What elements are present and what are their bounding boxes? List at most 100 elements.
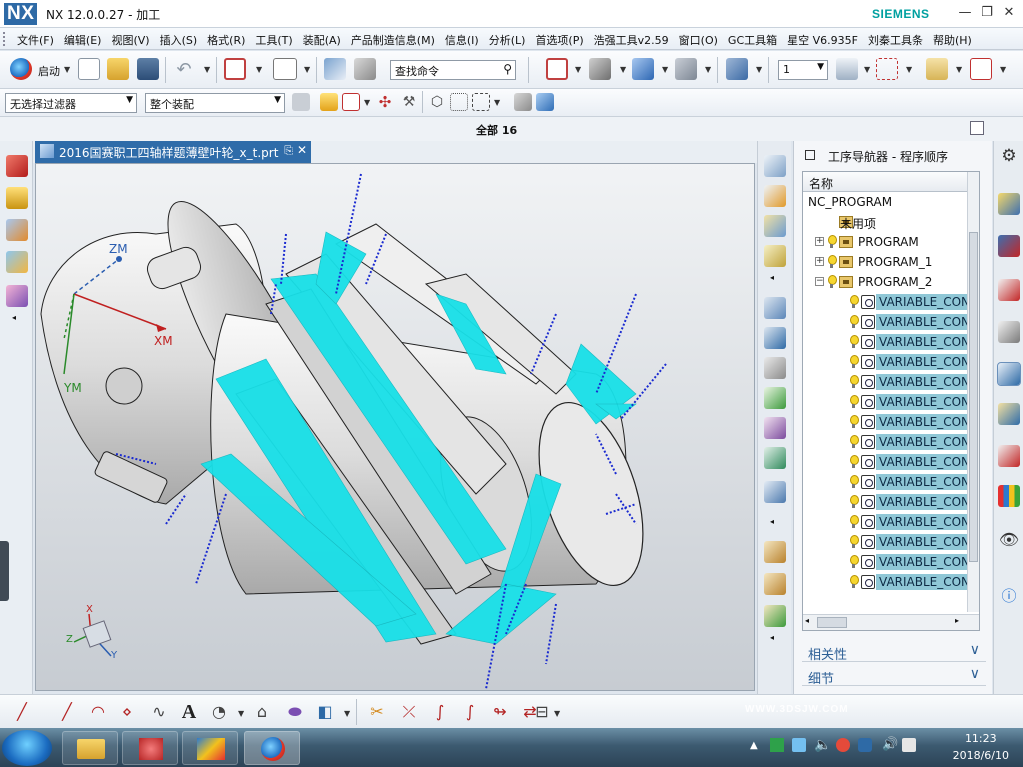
menu-item[interactable]: 编辑(E) xyxy=(59,31,107,49)
join-curve-icon[interactable]: ∫ xyxy=(458,701,482,723)
chevron-down-icon[interactable]: ▼ xyxy=(256,65,262,74)
tree-row[interactable]: VARIABLE_CONT xyxy=(803,352,969,372)
dependencies-panel[interactable]: 相关性 ∨ xyxy=(802,641,986,663)
chevron-down-icon[interactable]: ▼ xyxy=(64,65,70,74)
section-view-icon[interactable] xyxy=(675,58,697,80)
layer-select[interactable]: 1 ▼ xyxy=(778,60,828,80)
start-button[interactable]: 启动 xyxy=(38,63,60,79)
column-header-name[interactable]: 名称 xyxy=(803,172,979,192)
minimize-button[interactable]: — xyxy=(955,3,975,23)
fit-view-icon[interactable] xyxy=(224,58,246,80)
model-canvas[interactable] xyxy=(36,164,755,691)
speaker-icon[interactable]: 🔈 xyxy=(814,737,831,753)
fillet-curve-icon[interactable]: ∫ xyxy=(428,701,452,723)
replay-toolpath-icon[interactable] xyxy=(764,327,786,349)
tree-row[interactable]: VARIABLE_CONT xyxy=(803,392,969,412)
view-triad[interactable] xyxy=(73,613,112,657)
gear-icon[interactable]: ⚙ xyxy=(998,145,1020,167)
eye-icon[interactable]: 👁 xyxy=(998,529,1020,551)
tree-row[interactable]: VARIABLE_CONT xyxy=(803,312,969,332)
toolbar-grip[interactable] xyxy=(3,32,7,46)
chevron-down-icon[interactable]: ▼ xyxy=(956,65,962,74)
clock[interactable]: 11:23 2018/6/10 xyxy=(953,730,1009,764)
chevron-down-icon[interactable]: ▼ xyxy=(304,65,310,74)
vertical-scrollbar[interactable] xyxy=(967,172,979,612)
chevron-down-icon[interactable]: ▼ xyxy=(756,65,762,74)
tree-row[interactable]: VARIABLE_CONT xyxy=(803,332,969,352)
shield-icon[interactable] xyxy=(858,738,872,752)
chevron-down-icon[interactable]: ▼ xyxy=(554,709,560,718)
select-feature-icon[interactable] xyxy=(320,93,338,111)
chevron-down-icon[interactable]: ▼ xyxy=(1000,65,1006,74)
collapse-icon[interactable]: ◂ xyxy=(770,517,774,526)
tree-row[interactable]: + PROGRAM xyxy=(803,232,969,252)
restore-button[interactable]: ❐ xyxy=(977,3,997,23)
machine-view-icon[interactable] xyxy=(6,187,28,209)
volume-icon[interactable]: 🔊 xyxy=(882,737,898,752)
create-operation-icon[interactable] xyxy=(6,285,28,307)
menu-item[interactable]: 文件(F) xyxy=(12,31,59,49)
search-icon[interactable]: ⚲ xyxy=(503,62,512,76)
tree-row[interactable]: VARIABLE_CONT xyxy=(803,572,969,592)
menu-item[interactable]: 装配(A) xyxy=(298,31,346,49)
menu-item[interactable]: 窗口(O) xyxy=(674,31,723,49)
postprocess-icon[interactable] xyxy=(764,447,786,469)
program-view-icon[interactable] xyxy=(6,155,28,177)
machine-tool-navigator-icon[interactable] xyxy=(998,403,1020,425)
polygon-select-icon[interactable]: ⬡ xyxy=(428,93,446,111)
wcs-icon[interactable] xyxy=(876,58,898,80)
close-tab-icon[interactable]: ✕ xyxy=(297,143,307,157)
rectangle-select-icon[interactable] xyxy=(472,93,490,111)
details-panel[interactable]: 细节 ∨ xyxy=(802,665,986,687)
menu-item[interactable]: 帮助(H) xyxy=(928,31,977,49)
show-hidden-icon[interactable]: ▲ xyxy=(750,740,758,751)
shaded-icon[interactable] xyxy=(589,58,611,80)
paint-taskbar-button[interactable] xyxy=(182,731,238,765)
geometry-view-icon[interactable] xyxy=(6,219,28,241)
shop-documentation-icon[interactable] xyxy=(764,481,786,503)
expand-icon[interactable]: + xyxy=(815,237,824,246)
menu-item[interactable]: 星空 V6.935F xyxy=(782,31,863,49)
palette-icon[interactable] xyxy=(998,485,1020,507)
point-icon[interactable]: ⋄ xyxy=(115,701,139,723)
navigator-tree[interactable]: 名称 NC_PROGRAM 未用项 + PROGRAM + PROGRAM_1 − PROGR… xyxy=(802,171,980,631)
analysis-icon[interactable] xyxy=(970,58,992,80)
create-geometry-icon[interactable] xyxy=(764,215,786,237)
assembly-scope-select[interactable]: 整个装配 ▼ xyxy=(145,93,285,113)
chevron-down-icon[interactable]: ▼ xyxy=(575,65,581,74)
part-navigator-icon[interactable] xyxy=(998,279,1020,301)
line-icon[interactable]: ╱ xyxy=(10,701,34,723)
move-object-icon[interactable] xyxy=(726,58,748,80)
orient-view-icon[interactable] xyxy=(324,58,346,80)
operation-navigator-icon[interactable] xyxy=(997,362,1021,386)
chevron-down-icon[interactable]: ∨ xyxy=(970,642,980,658)
security-icon[interactable] xyxy=(836,738,850,752)
project-curve-icon[interactable]: ⬬ xyxy=(283,701,307,723)
show-hide-icon[interactable] xyxy=(514,93,532,111)
chevron-down-icon[interactable]: ▼ xyxy=(274,95,281,105)
chevron-down-icon[interactable]: ∨ xyxy=(970,666,980,682)
layer-settings-icon[interactable] xyxy=(836,58,858,80)
side-handle[interactable] xyxy=(0,541,9,601)
menu-item[interactable]: 首选项(P) xyxy=(530,31,588,49)
start-button[interactable] xyxy=(2,730,52,766)
create-tool-icon[interactable] xyxy=(764,185,786,207)
curve-length-icon[interactable]: ⊟ xyxy=(530,701,554,723)
tree-row[interactable]: NC_PROGRAM xyxy=(803,192,969,212)
chevron-down-icon[interactable]: ▼ xyxy=(705,65,711,74)
trim-icon[interactable]: ✂ xyxy=(365,701,389,723)
cube-view-icon[interactable] xyxy=(632,58,654,80)
collapse-icon[interactable]: ◂ xyxy=(770,633,774,642)
text-icon[interactable]: A xyxy=(177,701,201,723)
menu-item[interactable]: 分析(L) xyxy=(484,31,531,49)
menu-item[interactable]: 格式(R) xyxy=(202,31,250,49)
create-program-icon[interactable] xyxy=(764,155,786,177)
tree-row[interactable]: VARIABLE_CONT xyxy=(803,532,969,552)
list-toolpath-icon[interactable] xyxy=(764,357,786,379)
chevron-down-icon[interactable]: ▼ xyxy=(620,65,626,74)
machining-feature-navigator-icon[interactable] xyxy=(998,445,1020,467)
chevron-down-icon[interactable]: ▼ xyxy=(906,65,912,74)
tree-row[interactable]: VARIABLE_CONT xyxy=(803,412,969,432)
start-icon[interactable] xyxy=(10,58,32,80)
menu-item[interactable]: 刘秦工具条 xyxy=(863,31,928,49)
